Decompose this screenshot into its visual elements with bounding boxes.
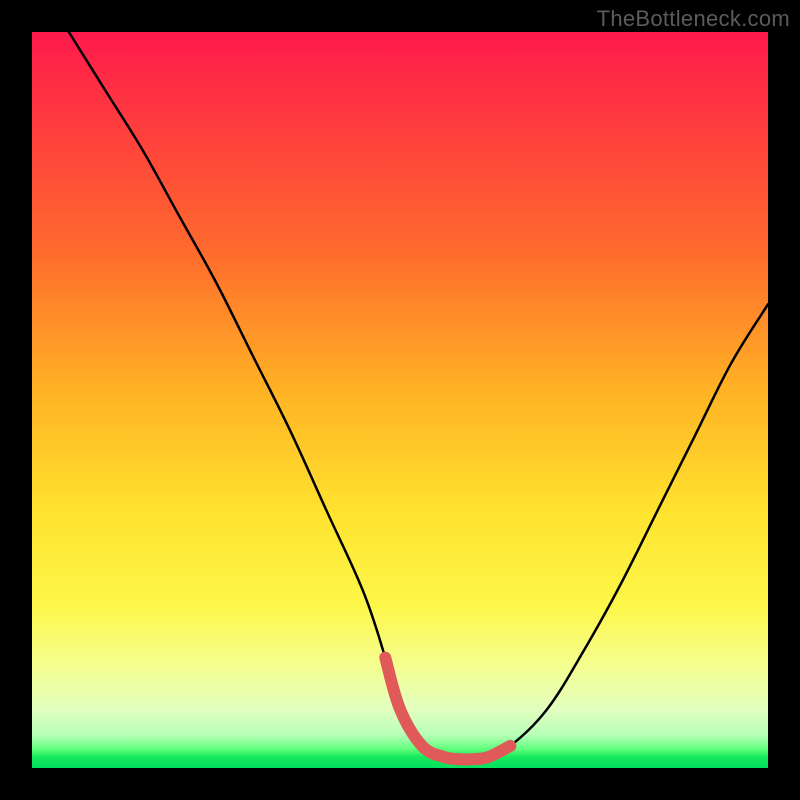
watermark-text: TheBottleneck.com — [597, 6, 790, 32]
flat-highlight — [385, 658, 510, 760]
chart-container: TheBottleneck.com — [0, 0, 800, 800]
chart-svg — [32, 32, 768, 768]
main-curve — [69, 32, 768, 759]
plot-area — [32, 32, 768, 768]
